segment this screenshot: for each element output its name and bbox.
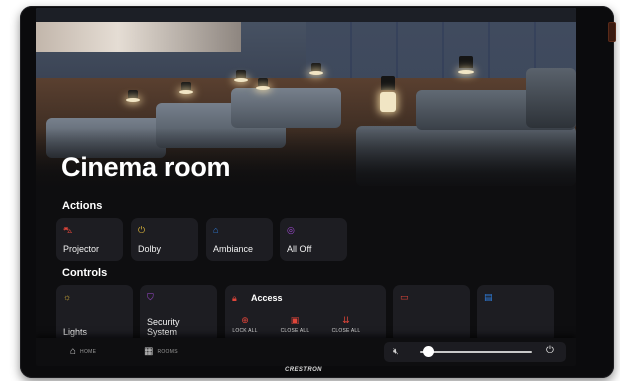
bottom-bar: ⌂ HOME ▦ ROOMS 🔇︎ ⏻: [36, 338, 576, 366]
control-camera-tile[interactable]: ▭: [393, 285, 470, 343]
table-lamp: [380, 92, 396, 112]
all-off-icon: ◎: [287, 225, 295, 235]
close-all-shades-button[interactable]: ▣ CLOSE ALL: [275, 315, 315, 334]
controls-heading: Controls: [62, 267, 108, 279]
nav-home-label: HOME: [80, 348, 97, 355]
lamp-shade: [459, 56, 473, 68]
volume-slider-thumb[interactable]: [423, 346, 435, 357]
seat-row: [526, 68, 576, 128]
lightbulb-icon: ☼: [63, 292, 72, 302]
control-lights-tile[interactable]: ☼ Lights: [56, 285, 133, 343]
lamp-shade: [311, 63, 321, 71]
curtain-icon: ⇊: [342, 315, 350, 325]
action-dolby-button[interactable]: ⏻ Dolby: [131, 218, 198, 261]
panel-icon: ▤: [484, 292, 493, 302]
lock-icon: ⊕: [241, 315, 249, 325]
lamp-shade: [381, 76, 395, 90]
access-button-label: CLOSE ALL: [280, 328, 310, 334]
status-led: [608, 22, 616, 42]
table-lamp: [309, 71, 323, 75]
action-label: Ambiance: [213, 244, 254, 254]
access-button-label: LOCK ALL: [232, 328, 258, 334]
seat-row: [231, 88, 341, 128]
volume-panel: 🔇︎ ⏻: [384, 342, 566, 362]
volume-slider-track[interactable]: [420, 351, 532, 353]
table-lamp: [256, 86, 270, 90]
grid-icon: ▦: [144, 346, 154, 357]
table-lamp: [234, 78, 248, 82]
control-access-tile: 🔒︎ Access ⊕ LOCK ALL ▣ CLOSE ALL ⇊ CLOSE…: [225, 285, 386, 343]
lamp-shade: [128, 90, 138, 98]
access-title: Access: [251, 293, 283, 303]
action-label: Dolby: [138, 244, 162, 254]
action-label: All Off: [287, 244, 312, 254]
close-all-curtains-button[interactable]: ⇊ CLOSE ALL: [326, 315, 366, 334]
projection-screen: [36, 22, 241, 52]
mute-icon[interactable]: 🔇︎: [393, 346, 399, 357]
action-all-off-button[interactable]: ◎ All Off: [280, 218, 347, 261]
nav-rooms-label: ROOMS: [157, 348, 178, 355]
access-button-label: CLOSE ALL: [331, 328, 361, 334]
camera-icon: ▭: [400, 292, 409, 302]
action-projector-button[interactable]: ⛍ Projector: [56, 218, 123, 261]
power-icon[interactable]: ⏻: [546, 345, 554, 356]
table-lamp: [179, 90, 193, 94]
table-lamp: [458, 70, 474, 74]
nav-home[interactable]: ⌂ HOME: [70, 346, 96, 357]
home-icon: ⌂: [213, 225, 219, 235]
actions-heading: Actions: [62, 200, 103, 212]
shade-icon: ▣: [290, 315, 300, 325]
lamp-shade: [181, 82, 191, 90]
table-lamp: [126, 98, 140, 102]
lamp-shade: [236, 70, 246, 78]
room-title: Cinema room: [61, 152, 231, 182]
action-label: Projector: [63, 244, 100, 254]
control-security-tile[interactable]: ⛉ Security System: [140, 285, 217, 343]
control-panel-tile[interactable]: ▤: [477, 285, 554, 343]
dolby-icon: ⏻: [138, 225, 146, 235]
home-icon: ⌂: [70, 346, 77, 357]
touch-screen: Cinema room Actions ⛍ Projector ⏻ Dolby …: [36, 8, 576, 366]
lamp-shade: [258, 78, 268, 86]
shield-icon: ⛉: [147, 292, 154, 302]
action-ambiance-button[interactable]: ⌂ Ambiance: [206, 218, 273, 261]
control-label: Lights: [63, 327, 88, 337]
brand-logo: CRESTRON: [285, 367, 322, 373]
nav-rooms[interactable]: ▦ ROOMS: [144, 346, 178, 357]
control-label: Security System: [147, 317, 180, 337]
projector-icon: ⛍: [63, 225, 73, 235]
ceiling: [36, 8, 576, 22]
lock-all-button[interactable]: ⊕ LOCK ALL: [225, 315, 265, 334]
lock-icon: 🔒︎: [232, 293, 237, 303]
